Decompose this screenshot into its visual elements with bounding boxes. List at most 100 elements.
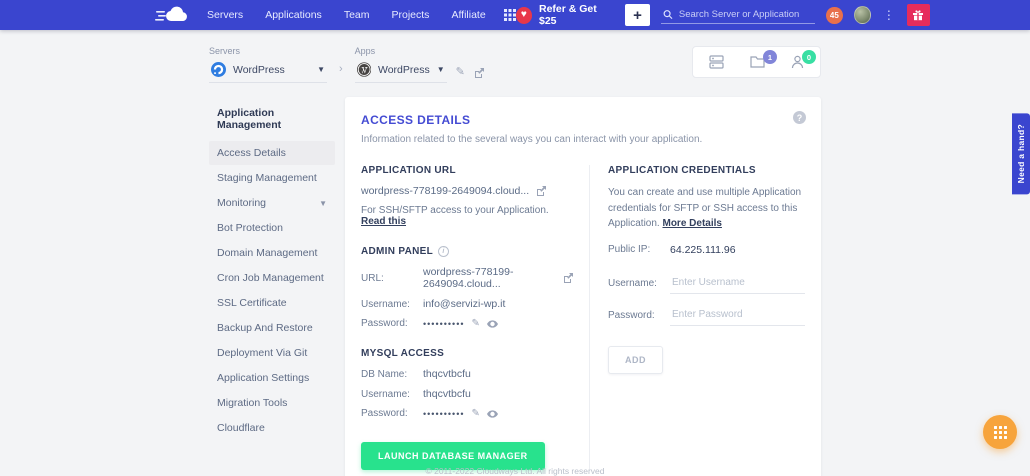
launch-database-manager-button[interactable]: LAUNCH DATABASE MANAGER	[361, 442, 545, 470]
application-url-heading: APPLICATION URL	[361, 165, 573, 176]
sidebar-item-label: Bot Protection	[217, 222, 283, 234]
sidebar-item-label: Migration Tools	[217, 397, 287, 409]
main-content: Application Management Access Details St…	[209, 97, 821, 476]
admin-password-mask: ••••••••••	[423, 319, 465, 329]
user-avatar[interactable]	[854, 6, 871, 24]
access-details-card: ACCESS DETAILS ? Information related to …	[345, 97, 821, 476]
more-details-link[interactable]: More Details	[662, 218, 721, 229]
sidebar-item-application-settings[interactable]: Application Settings	[209, 366, 335, 390]
cred-username-label: Username:	[608, 278, 670, 289]
open-app-external-icon[interactable]	[474, 68, 484, 78]
admin-url-link[interactable]: wordpress-778199-2649094.cloud...	[423, 266, 556, 290]
sidebar-item-ssl-certificate[interactable]: SSL Certificate	[209, 291, 335, 315]
cred-password-label: Password:	[608, 310, 670, 321]
edit-password-icon[interactable]: ✎	[472, 318, 480, 329]
gift-icon	[912, 9, 924, 21]
mysql-password-label: Password:	[361, 408, 423, 419]
more-options-icon[interactable]: ⋮	[882, 8, 896, 22]
show-password-eye-icon[interactable]	[487, 320, 498, 328]
app-dropdown[interactable]: WordPress ▼	[355, 59, 447, 83]
application-url-link[interactable]: wordpress-778199-2649094.cloud...	[361, 185, 529, 197]
menu-applications[interactable]: Applications	[265, 9, 322, 21]
help-icon[interactable]: ?	[793, 111, 806, 124]
gift-button[interactable]	[907, 4, 930, 26]
ssh-note: For SSH/SFTP access to your Application.…	[361, 205, 573, 227]
sidebar-item-bot-protection[interactable]: Bot Protection	[209, 216, 335, 240]
info-icon[interactable]: i	[438, 246, 449, 257]
sidebar-item-label: Cloudflare	[217, 422, 265, 434]
notification-count-badge[interactable]: 45	[826, 7, 842, 24]
sidebar-item-staging-management[interactable]: Staging Management	[209, 166, 335, 190]
menu-servers[interactable]: Servers	[207, 9, 243, 21]
add-credential-button[interactable]: ADD	[608, 346, 663, 374]
db-name-label: DB Name:	[361, 369, 423, 380]
mysql-username-label: Username:	[361, 389, 423, 400]
quick-status-card: 1 0	[692, 46, 821, 78]
menu-affiliate[interactable]: Affiliate	[451, 9, 485, 21]
password-field[interactable]	[670, 306, 805, 326]
grid-icon	[994, 426, 1007, 439]
admin-url-label: URL:	[361, 273, 423, 284]
sidebar-item-cloudflare[interactable]: Cloudflare	[209, 416, 335, 440]
main-menu: Servers Applications Team Projects Affil…	[207, 9, 486, 21]
menu-projects[interactable]: Projects	[392, 9, 430, 21]
heart-icon: ♥	[516, 7, 532, 24]
refer-label: Refer & Get $25	[539, 3, 614, 27]
sidebar-item-access-details[interactable]: Access Details	[209, 141, 335, 165]
application-credentials-heading: APPLICATION CREDENTIALS	[608, 165, 805, 176]
cloud-icon	[155, 6, 191, 24]
db-name-value: thqcvtbcfu	[423, 368, 471, 380]
breadcrumb: Servers WordPress ▼ › Apps	[209, 30, 821, 83]
admin-username-label: Username:	[361, 299, 423, 310]
application-url-section: APPLICATION URL wordpress-778199-2649094…	[361, 165, 573, 227]
servers-label: Servers	[209, 46, 327, 56]
team-status-icon[interactable]: 0	[791, 55, 804, 69]
refer-button[interactable]: ♥ Refer & Get $25	[516, 3, 614, 27]
page-title: ACCESS DETAILS	[361, 113, 805, 127]
open-url-external-icon[interactable]	[536, 186, 546, 196]
show-mysql-password-eye-icon[interactable]	[487, 410, 498, 418]
sidebar-item-label: Deployment Via Git	[217, 347, 307, 359]
sidebar-item-backup-and-restore[interactable]: Backup And Restore	[209, 316, 335, 340]
sidebar-item-migration-tools[interactable]: Migration Tools	[209, 391, 335, 415]
top-navbar: Servers Applications Team Projects Affil…	[0, 0, 1030, 30]
projects-status-icon[interactable]: 1	[750, 55, 765, 69]
server-dropdown[interactable]: WordPress ▼	[209, 59, 327, 83]
apps-grid-icon[interactable]	[504, 9, 516, 21]
chevron-down-icon: ▼	[317, 65, 325, 74]
edit-mysql-password-icon[interactable]: ✎	[472, 408, 480, 419]
access-left-column: APPLICATION URL wordpress-778199-2649094…	[361, 165, 589, 470]
search-icon	[663, 9, 673, 20]
read-this-link[interactable]: Read this	[361, 216, 406, 227]
copyright-text: © 2011-2022 Cloudways Ltd. All rights re…	[0, 467, 1030, 476]
server-selector-group: Servers WordPress ▼	[209, 46, 327, 83]
credentials-column: APPLICATION CREDENTIALS You can create a…	[589, 165, 805, 470]
admin-panel-heading-text: ADMIN PANEL	[361, 246, 433, 257]
projects-badge: 1	[763, 50, 777, 64]
sidebar-item-label: Staging Management	[217, 172, 317, 184]
mysql-password-mask: ••••••••••	[423, 409, 465, 419]
add-new-button[interactable]: +	[625, 4, 650, 26]
search-input[interactable]	[679, 9, 813, 20]
mysql-username-value: thqcvtbcfu	[423, 388, 471, 400]
sidebar-item-cron-job-management[interactable]: Cron Job Management	[209, 266, 335, 290]
sidebar-item-label: Monitoring	[217, 197, 266, 209]
open-admin-external-icon[interactable]	[563, 273, 573, 283]
username-field[interactable]	[670, 274, 805, 294]
server-status-icon[interactable]	[709, 55, 724, 69]
edit-app-icon[interactable]: ✎	[456, 65, 465, 78]
admin-panel-section: ADMIN PANEL i URL: wordpress-778199-26490…	[361, 246, 573, 329]
mysql-heading: MYSQL ACCESS	[361, 348, 573, 359]
sidebar-item-label: Cron Job Management	[217, 272, 324, 284]
sidebar-item-label: Backup And Restore	[217, 322, 313, 334]
sidebar-item-monitoring[interactable]: Monitoring▼	[209, 191, 335, 215]
menu-team[interactable]: Team	[344, 9, 370, 21]
sidebar-item-domain-management[interactable]: Domain Management	[209, 241, 335, 265]
sidebar-item-deployment-via-git[interactable]: Deployment Via Git	[209, 341, 335, 365]
sidebar-item-label: Domain Management	[217, 247, 317, 259]
need-a-hand-tab[interactable]: Need a hand?	[1012, 113, 1030, 194]
app-selector-group: Apps WordPress ▼ ✎	[355, 46, 484, 83]
quick-actions-fab[interactable]	[983, 415, 1017, 449]
cloudways-logo[interactable]	[155, 6, 191, 24]
team-badge: 0	[802, 50, 816, 64]
